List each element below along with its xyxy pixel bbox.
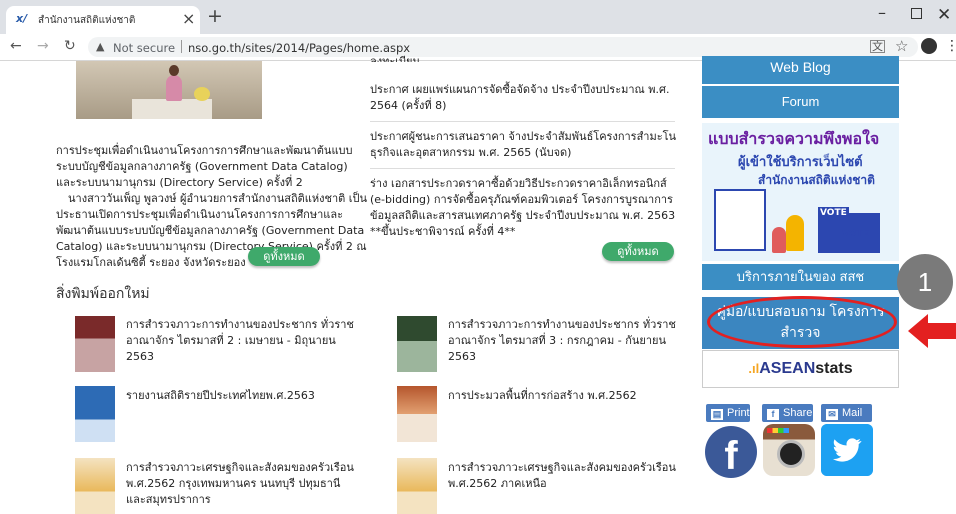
address-divider	[181, 40, 182, 53]
publication-title[interactable]: การสำรวจภาวะเศรษฐกิจและสังคมของครัวเรือน…	[448, 460, 680, 492]
envelope-icon: ✉	[826, 409, 838, 420]
publication-cover[interactable]	[75, 316, 115, 372]
publication-cover[interactable]	[397, 386, 437, 442]
news-more-button[interactable]: ดูทั้งหมด	[248, 247, 320, 266]
announcement-item[interactable]: ร่าง เอกสารประกวดราคาซื้อด้วยวิธีประกวดร…	[370, 176, 680, 240]
publications-heading: สิ่งพิมพ์ออกใหม่	[56, 286, 150, 302]
printer-icon: ▤	[711, 409, 723, 420]
survey-banner[interactable]: แบบสำรวจความพึงพอใจ ผู้เข้าใช้บริการเว็บ…	[702, 123, 899, 261]
divider	[370, 168, 675, 169]
tab-title: สำนักงานสถิติแห่งชาติ	[38, 15, 136, 26]
announcements-more-button[interactable]: ดูทั้งหมด	[602, 242, 674, 261]
bookmark-star-icon[interactable]: ☆	[895, 37, 908, 55]
facebook-icon[interactable]: f	[705, 426, 757, 478]
publication-title[interactable]: รายงานสถิติรายปีประเทศไทยพ.ศ.2563	[126, 388, 358, 404]
print-button[interactable]: ▤ Print	[706, 404, 750, 422]
back-icon[interactable]: ←	[10, 38, 22, 54]
pointer-arrow-icon	[908, 314, 956, 348]
site-favicon-icon: x/	[16, 12, 28, 25]
mail-label: Mail	[842, 407, 863, 419]
translate-icon[interactable]: 文	[870, 40, 885, 53]
account-avatar-icon[interactable]	[921, 38, 937, 54]
publication-title[interactable]: การประมวลพื้นที่การก่อสร้าง พ.ศ.2562	[448, 388, 680, 404]
asean-bars-icon: .ıl	[748, 361, 760, 376]
publication-cover[interactable]	[75, 386, 115, 442]
share-label: Share	[783, 407, 813, 419]
facebook-small-icon: f	[767, 409, 779, 420]
maximize-icon[interactable]	[911, 8, 922, 19]
internal-service-button[interactable]: บริการภายในของ สสช	[702, 264, 899, 290]
stats-label: stats	[815, 360, 853, 377]
web-blog-button[interactable]: Web Blog	[702, 56, 899, 84]
aseanstats-link[interactable]: .ılASEANstats	[702, 350, 899, 388]
survey-banner-org: สำนักงานสถิติแห่งชาติ	[758, 173, 875, 187]
survey-banner-title: แบบสำรวจความพึงพอใจ	[708, 129, 880, 148]
browser-tab[interactable]: x/ สำนักงานสถิติแห่งชาติ ×	[6, 6, 200, 34]
news-headline[interactable]: การประชุมเพื่อดำเนินงานโครงการการศึกษาแล…	[56, 143, 370, 191]
minimize-icon[interactable]: –	[878, 3, 886, 22]
reload-icon[interactable]: ↻	[64, 38, 76, 54]
twitter-icon[interactable]	[821, 424, 873, 476]
highlight-ellipse	[707, 296, 897, 348]
person-icon	[772, 227, 786, 253]
vote-label: VOTE	[842, 229, 869, 239]
share-button[interactable]: f Share	[762, 404, 813, 422]
menu-kebab-icon[interactable]: ⋮	[945, 38, 956, 54]
window-close-icon[interactable]: ✕	[937, 5, 951, 25]
new-tab-icon[interactable]: +	[207, 5, 223, 27]
publication-title[interactable]: การสำรวจภาวะเศรษฐกิจและสังคมของครัวเรือน…	[126, 460, 358, 508]
announcement-fragment: ลงทะเบียน	[370, 55, 420, 62]
announcement-item[interactable]: ประกาศ เผยแพร่แผนการจัดซื้อจัดจ้าง ประจำ…	[370, 82, 680, 114]
news-photo[interactable]	[76, 61, 262, 119]
checklist-icon	[714, 189, 766, 251]
warning-icon[interactable]: ▲	[96, 40, 104, 53]
publication-cover[interactable]	[75, 458, 115, 514]
instagram-icon[interactable]	[763, 424, 815, 476]
publication-title[interactable]: การสำรวจภาวะการทำงานของประชากร ทั่วราชอา…	[126, 317, 358, 365]
news-summary: นางสาววันเพ็ญ พูลวงษ์ ผู้อำนวยการสำนักงา…	[56, 192, 368, 269]
publication-cover[interactable]	[397, 458, 437, 514]
mail-button[interactable]: ✉ Mail	[821, 404, 872, 422]
forum-button[interactable]: Forum	[702, 86, 899, 118]
publication-cover[interactable]	[397, 316, 437, 372]
vote-label: VOTE	[818, 207, 849, 219]
announcement-item[interactable]: ประกาศผู้ชนะการเสนอราคา จ้างประจำสัมพันธ…	[370, 129, 680, 161]
tab-close-icon[interactable]: ×	[182, 9, 195, 28]
person-icon	[786, 215, 804, 251]
publication-title[interactable]: การสำรวจภาวะการทำงานของประชากร ทั่วราชอา…	[448, 317, 680, 365]
print-label: Print	[727, 407, 750, 419]
divider	[370, 121, 675, 122]
step-badge: 1	[897, 254, 953, 310]
survey-banner-subtitle: ผู้เข้าใช้บริการเว็บไซต์	[738, 155, 863, 170]
security-label: Not secure	[113, 41, 176, 55]
asean-label: ASEAN	[759, 360, 816, 377]
forward-icon[interactable]: →	[37, 38, 49, 54]
